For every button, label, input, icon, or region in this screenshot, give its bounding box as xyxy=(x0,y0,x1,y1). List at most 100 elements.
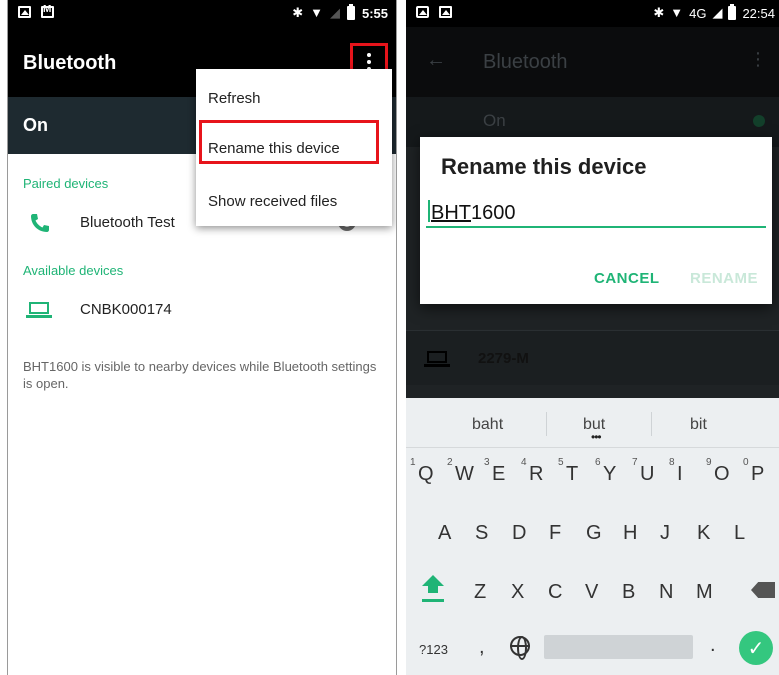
key-label: M xyxy=(696,581,713,603)
visibility-note: BHT1600 is visible to nearby devices whi… xyxy=(23,359,377,391)
network-type: 4G xyxy=(689,5,707,21)
suggestion-1[interactable]: baht xyxy=(472,416,503,434)
phone-icon xyxy=(31,214,49,232)
key-k[interactable]: K xyxy=(697,522,710,545)
keyboard-notification-icon xyxy=(416,6,429,18)
available-device-row[interactable]: CNBK000174 xyxy=(8,290,396,330)
key-t[interactable]: 5T xyxy=(558,457,579,486)
key-label: C xyxy=(548,581,563,603)
key-f[interactable]: F xyxy=(549,522,561,545)
back-arrow-icon[interactable]: ← xyxy=(426,49,446,72)
key-s[interactable]: S xyxy=(475,522,488,545)
suggestion-3[interactable]: bit xyxy=(690,416,707,434)
more-vert-icon xyxy=(367,53,371,57)
more-options-button[interactable]: ⋮ xyxy=(749,49,767,70)
key-label: I xyxy=(677,463,683,485)
key-a[interactable]: A xyxy=(438,522,451,545)
key-g[interactable]: G xyxy=(586,522,602,545)
bluetooth-icon: ✱ xyxy=(292,5,304,20)
more-suggestions-icon: ••• xyxy=(591,430,602,444)
mail-notification-icon xyxy=(41,4,54,18)
suggestion-strip: baht but ••• bit xyxy=(406,398,779,448)
menu-item-refresh[interactable]: Refresh xyxy=(208,90,261,107)
key-c[interactable]: C xyxy=(548,581,562,604)
key-z[interactable]: Z xyxy=(474,581,486,604)
key-hint-6: 6 xyxy=(595,457,601,468)
key-b[interactable]: B xyxy=(622,581,635,604)
key-label: N xyxy=(659,581,674,603)
key-label: A xyxy=(438,522,452,544)
key-i[interactable]: 8I xyxy=(669,457,683,486)
battery-icon xyxy=(346,4,355,20)
key-o[interactable]: 9O xyxy=(706,457,730,486)
key-label: H xyxy=(623,522,638,544)
page-title: Bluetooth xyxy=(23,52,117,74)
device-name-input[interactable]: BHT1600 xyxy=(426,196,766,228)
key-label: K xyxy=(697,522,711,544)
symbols-key[interactable]: ?123 xyxy=(419,642,448,657)
soft-keyboard: baht but ••• bit ?123 , . ✓ 1Q 2W 3E 4R 5T 6Y… xyxy=(406,398,779,675)
key-p[interactable]: 0P xyxy=(743,457,764,486)
period-key[interactable]: . xyxy=(710,634,716,657)
rename-dialog: Rename this device BHT1600 CANCEL RENAME xyxy=(420,137,772,304)
wifi-icon: ▼ xyxy=(310,5,323,20)
key-label: Y xyxy=(603,463,617,485)
menu-item-show-received-files[interactable]: Show received files xyxy=(208,193,337,210)
key-label: T xyxy=(566,463,579,485)
key-label: W xyxy=(455,463,474,485)
key-y[interactable]: 6Y xyxy=(595,457,617,486)
key-l[interactable]: L xyxy=(734,522,745,545)
input-text: 1600 xyxy=(471,202,516,224)
key-hint-7: 7 xyxy=(632,457,638,468)
key-label: J xyxy=(660,522,670,544)
image-notification-icon xyxy=(439,6,452,18)
dialog-title: Rename this device xyxy=(441,154,647,179)
key-n[interactable]: N xyxy=(659,581,673,604)
key-hint-4: 4 xyxy=(521,457,527,468)
rename-button[interactable]: RENAME xyxy=(690,270,758,287)
available-device-row[interactable]: 2279-M xyxy=(406,330,779,385)
battery-icon xyxy=(728,4,737,20)
key-x[interactable]: X xyxy=(511,581,524,604)
key-j[interactable]: J xyxy=(660,522,670,545)
toggle-switch[interactable] xyxy=(753,115,765,127)
toggle-label: On xyxy=(483,111,506,130)
shift-key[interactable] xyxy=(422,575,444,605)
bluetooth-icon: ✱ xyxy=(653,5,665,20)
signal-icon: ◢ xyxy=(712,5,723,20)
key-label: O xyxy=(714,463,730,485)
page-title: Bluetooth xyxy=(483,51,568,73)
paired-devices-header: Paired devices xyxy=(23,176,109,191)
image-notification-icon xyxy=(18,6,31,18)
key-u[interactable]: 7U xyxy=(632,457,654,486)
key-label: S xyxy=(475,522,489,544)
key-label: X xyxy=(511,581,525,603)
right-phone-screen: ✱ ▼ 4G ◢ 22:54 ← Bluetooth ⋮ On 2279-M R… xyxy=(406,0,779,675)
available-devices-header: Available devices xyxy=(23,263,124,278)
key-d[interactable]: D xyxy=(512,522,526,545)
key-v[interactable]: V xyxy=(585,581,598,604)
checkmark-icon[interactable]: ✓ xyxy=(739,631,773,665)
status-time: 22:54 xyxy=(742,5,775,21)
cancel-button[interactable]: CANCEL xyxy=(594,270,660,287)
app-bar: ← Bluetooth ⋮ xyxy=(406,27,779,97)
key-w[interactable]: 2W xyxy=(447,457,474,486)
space-key[interactable] xyxy=(544,635,693,659)
key-m[interactable]: M xyxy=(696,581,713,604)
status-time: 5:55 xyxy=(361,5,388,21)
key-e[interactable]: 3E xyxy=(484,457,505,486)
key-hint-3: 3 xyxy=(484,457,490,468)
key-hint-8: 8 xyxy=(669,457,675,468)
status-bar: ✱ ▼ 4G ◢ 22:54 xyxy=(406,0,779,27)
key-h[interactable]: H xyxy=(623,522,637,545)
key-q[interactable]: 1Q xyxy=(410,457,434,486)
key-r[interactable]: 4R xyxy=(521,457,543,486)
globe-icon[interactable] xyxy=(510,636,530,660)
key-label: F xyxy=(549,522,562,544)
key-hint-9: 9 xyxy=(706,457,712,468)
menu-item-rename[interactable]: Rename this device xyxy=(208,140,340,157)
status-bar: ✱ ▼ ◢ 5:55 xyxy=(8,0,396,27)
backspace-key[interactable] xyxy=(751,582,775,598)
text-cursor xyxy=(428,200,430,222)
comma-key[interactable]: , xyxy=(479,636,485,659)
